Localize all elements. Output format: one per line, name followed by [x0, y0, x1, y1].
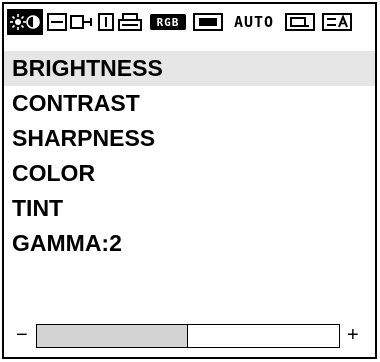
increase-label[interactable]: +: [347, 321, 359, 349]
tab-size-position[interactable]: [46, 9, 94, 35]
tab-auto[interactable]: AUTO: [228, 9, 280, 35]
menu-item-label: CONTRAST: [12, 90, 140, 116]
menu-item-label: TINT: [12, 195, 64, 221]
tab-phase-clock[interactable]: [97, 9, 145, 35]
tab-screen[interactable]: [191, 9, 225, 35]
tab-bar: RGB AUTO: [4, 4, 375, 40]
menu-item-label: SHARPNESS: [12, 125, 156, 151]
slider-fill: [37, 325, 188, 347]
tab-rgb-label: RGB: [156, 15, 180, 29]
tab-setup[interactable]: [320, 9, 354, 35]
menu-item-label: COLOR: [12, 160, 96, 186]
decrease-label[interactable]: −: [16, 321, 28, 349]
tab-auto-label: AUTO: [233, 13, 275, 31]
menu-item-label: BRIGHTNESS: [12, 55, 163, 81]
setup-icon: [322, 12, 352, 32]
osd-menu: RGB AUTO BRIGHTNESS CONTRAST SHARPNESS C…: [2, 2, 377, 359]
brightness-contrast-icon: [10, 13, 40, 31]
menu-item-tint[interactable]: TINT: [4, 191, 375, 226]
source-icon: [285, 12, 315, 32]
adjustment-menu: BRIGHTNESS CONTRAST SHARPNESS COLOR TINT…: [4, 51, 375, 261]
menu-item-contrast[interactable]: CONTRAST: [4, 86, 375, 121]
menu-item-brightness[interactable]: BRIGHTNESS: [4, 51, 375, 86]
tab-rgb[interactable]: RGB: [148, 9, 188, 35]
menu-item-color[interactable]: COLOR: [4, 156, 375, 191]
menu-item-gamma[interactable]: GAMMA:2: [4, 226, 375, 261]
screen-icon: [193, 12, 223, 32]
level-slider[interactable]: − +: [4, 321, 375, 349]
menu-item-label: GAMMA:2: [12, 230, 122, 256]
tab-source[interactable]: [283, 9, 317, 35]
menu-item-sharpness[interactable]: SHARPNESS: [4, 121, 375, 156]
tab-brightness-contrast[interactable]: [7, 9, 43, 35]
slider-track[interactable]: [36, 324, 340, 348]
size-position-icon: [47, 12, 93, 32]
phase-clock-icon: [98, 12, 144, 32]
